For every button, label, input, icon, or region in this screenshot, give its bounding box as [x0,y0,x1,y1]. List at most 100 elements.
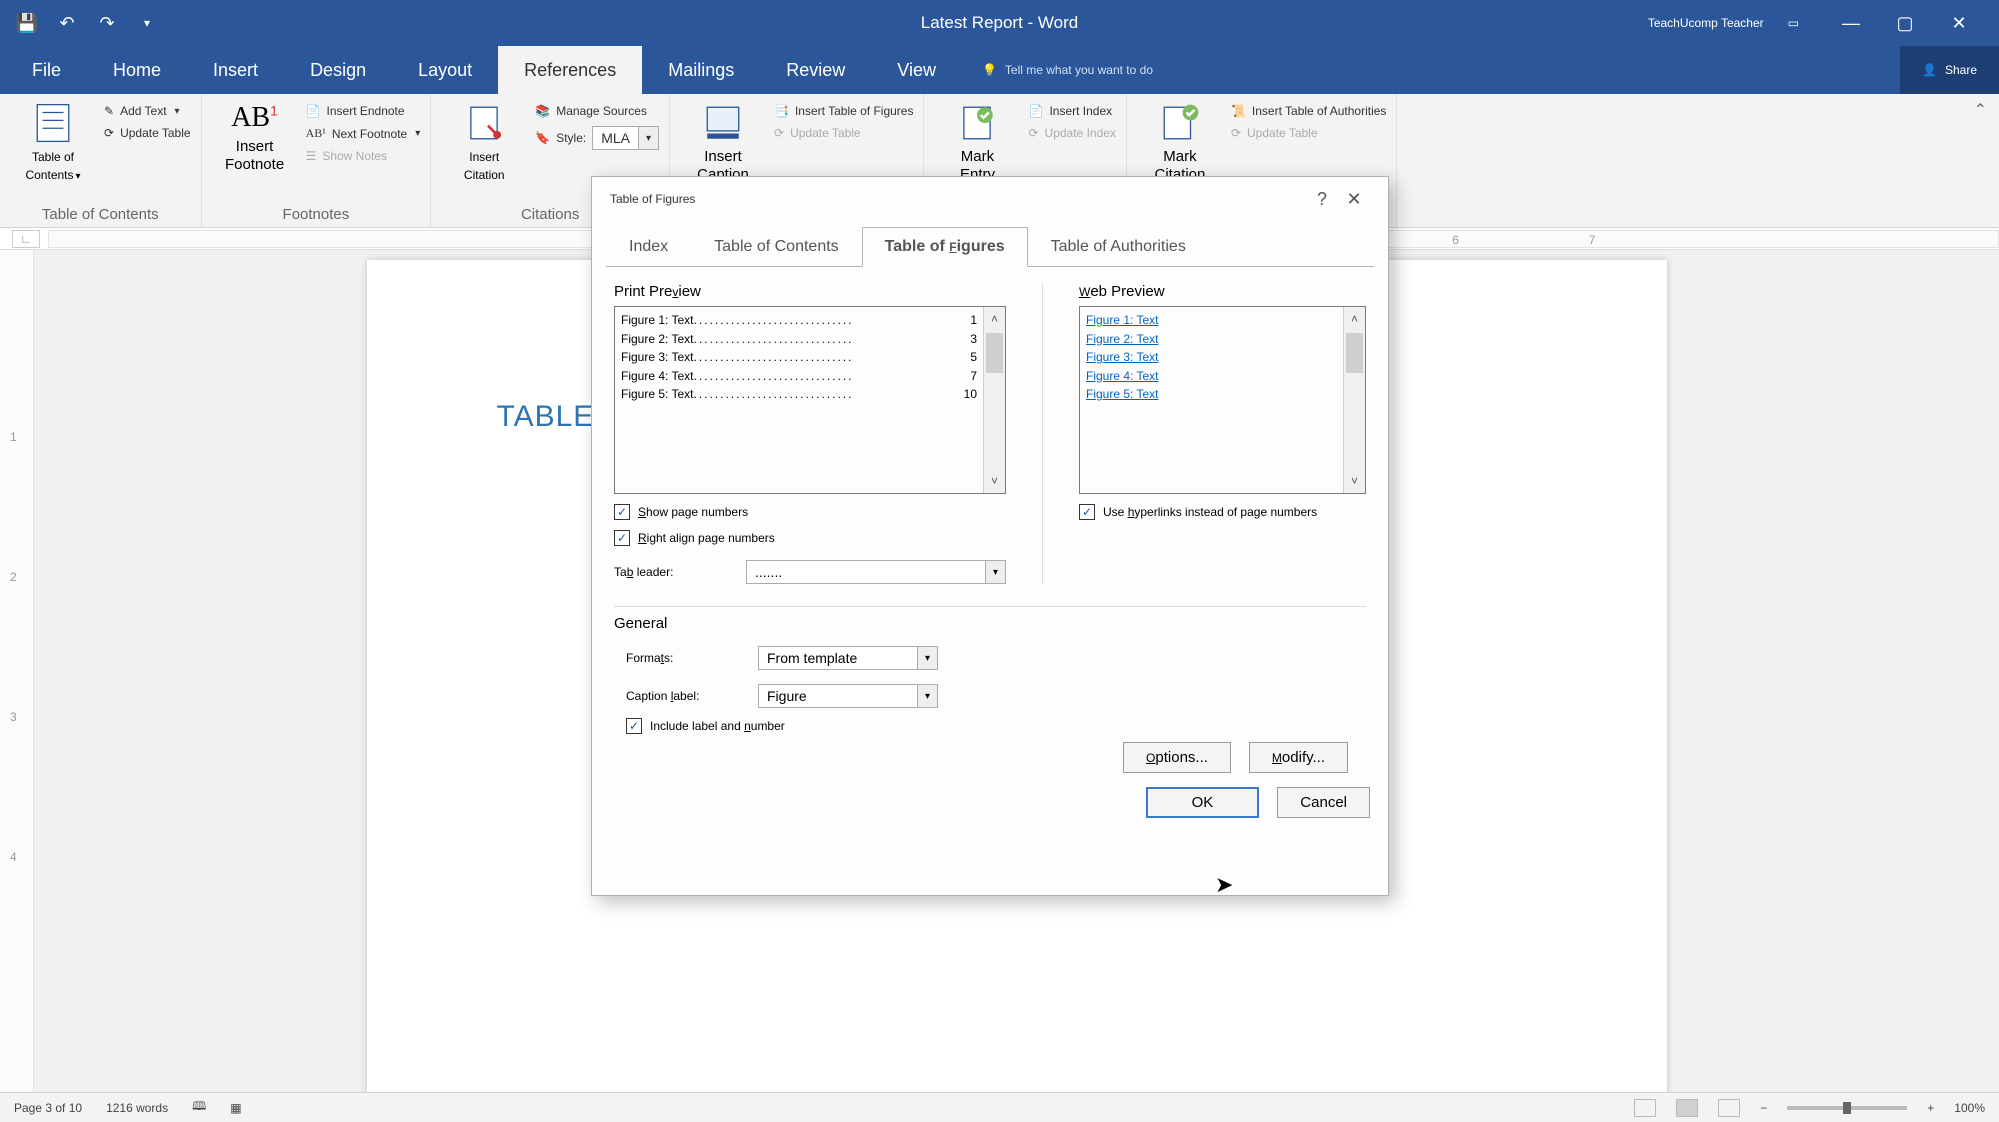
tab-leader-select[interactable]: .......▾ [746,560,1006,584]
chevron-down-icon[interactable]: ▾ [638,127,658,149]
web-preview-box: Figure 1: TextFigure 2: TextFigure 3: Te… [1079,306,1366,494]
tab-mailings[interactable]: Mailings [642,46,760,94]
right-align-checkbox[interactable]: ✓Right align page numbers [614,530,1006,546]
cancel-button[interactable]: Cancel [1277,787,1370,818]
scroll-up-icon[interactable]: ˄ [1344,307,1365,331]
chevron-down-icon[interactable]: ▾ [917,685,937,707]
qat-customize-icon[interactable]: ▾ [136,12,158,34]
print-preview-scrollbar[interactable]: ˄ ˅ [983,307,1005,493]
style-label: Style: [556,131,586,145]
scroll-thumb[interactable] [986,333,1003,373]
ruler-mark: 6 [1452,233,1459,247]
scroll-up-icon[interactable]: ˄ [984,307,1005,331]
dialog-title-bar: Table of Figures ? ✕ [592,177,1388,221]
tell-me-search[interactable]: 💡 Tell me what you want to do [962,46,1153,94]
dialog-tab-toa[interactable]: Table of Authorities [1028,227,1209,267]
web-layout-button[interactable] [1718,1099,1740,1117]
update-tof-icon: ⟳ [774,126,784,140]
tab-layout[interactable]: Layout [392,46,498,94]
tab-file[interactable]: File [6,46,87,94]
ruler-mark: 7 [1589,233,1596,247]
zoom-in-button[interactable]: + [1927,1101,1934,1115]
update-index-button[interactable]: ⟳Update Index [1028,126,1115,140]
redo-icon[interactable]: ↷ [96,12,118,34]
chevron-down-icon[interactable]: ▾ [985,561,1005,583]
scroll-down-icon[interactable]: ˅ [1344,469,1365,493]
insert-footnote-button[interactable]: AB1 Insert Footnote [212,100,298,204]
add-text-button[interactable]: ✎Add Text▾ [104,104,191,118]
tab-review[interactable]: Review [760,46,871,94]
next-footnote-icon: AB¹ [306,126,326,141]
tab-selector[interactable]: ∟ [12,230,40,248]
insert-tof-button[interactable]: 📑Insert Table of Figures [774,104,913,118]
spellcheck-icon[interactable]: 🕮 [192,1097,206,1118]
citation-label: Insert Citation [464,150,505,182]
title-bar: 💾 ↶ ↷ ▾ Latest Report - Word TeachUcomp … [0,0,1999,46]
table-of-contents-button[interactable]: Table of Contents▾ [10,100,96,204]
update-tof-button[interactable]: ⟳Update Table [774,126,913,140]
tab-home[interactable]: Home [87,46,187,94]
manage-sources-button[interactable]: 📚Manage Sources [535,104,659,118]
add-text-label: Add Text [120,104,166,118]
close-button[interactable]: ✕ [1947,13,1971,34]
macro-icon[interactable]: ▦ [230,1101,241,1115]
tab-references[interactable]: References [498,46,642,94]
page-indicator[interactable]: Page 3 of 10 [14,1101,82,1115]
options-button[interactable]: Options... [1123,742,1231,773]
dialog-tab-index[interactable]: Index [606,227,691,267]
insert-citation-button[interactable]: Insert Citation [441,100,527,204]
tab-design[interactable]: Design [284,46,392,94]
zoom-level[interactable]: 100% [1954,1101,1985,1115]
toa-icon: 📜 [1231,104,1246,118]
ok-button[interactable]: OK [1146,787,1260,818]
style-selector[interactable]: 🔖 Style: MLA▾ [535,126,659,150]
include-label-checkbox[interactable]: ✓Include label and number [626,718,1366,734]
insert-endnote-button[interactable]: 📄Insert Endnote [306,104,421,118]
update-toa-label: Update Table [1247,126,1318,140]
checkbox-checked-icon: ✓ [614,530,630,546]
zoom-slider[interactable] [1787,1106,1907,1110]
next-footnote-label: Next Footnote [332,127,407,141]
web-preview-scrollbar[interactable]: ˄ ˅ [1343,307,1365,493]
save-icon[interactable]: 💾 [16,12,38,34]
collapse-ribbon-icon[interactable]: ⌃ [1974,100,1987,120]
modify-button[interactable]: Modify... [1249,742,1348,773]
update-index-icon: ⟳ [1028,126,1038,140]
share-button[interactable]: 👤 Share [1900,46,1999,94]
dialog-close-button[interactable]: ✕ [1338,189,1370,210]
style-icon: 🔖 [535,131,550,145]
insert-index-button[interactable]: 📄Insert Index [1028,104,1115,118]
read-mode-button[interactable] [1634,1099,1656,1117]
dialog-tab-tof[interactable]: Table of Figures [862,227,1028,267]
tab-insert[interactable]: Insert [187,46,284,94]
formats-select[interactable]: From template▾ [758,646,938,670]
caption-label-select[interactable]: Figure▾ [758,684,938,708]
maximize-button[interactable]: ▢ [1893,13,1917,34]
use-hyperlinks-checkbox[interactable]: ✓Use hyperlinks instead of page numbers [1079,504,1366,520]
update-toa-button[interactable]: ⟳Update Table [1231,126,1386,140]
show-page-numbers-checkbox[interactable]: ✓Show page numbers [614,504,1006,520]
ribbon-display-icon[interactable]: ▭ [1788,16,1799,30]
insert-toa-button[interactable]: 📜Insert Table of Authorities [1231,104,1386,118]
dialog-title: Table of Figures [610,192,695,206]
manage-sources-label: Manage Sources [556,104,647,118]
minimize-button[interactable]: — [1839,13,1863,34]
scroll-thumb[interactable] [1346,333,1363,373]
show-notes-button[interactable]: ☰Show Notes [306,149,421,163]
word-count[interactable]: 1216 words [106,1101,168,1115]
chevron-down-icon[interactable]: ▾ [917,647,937,669]
print-layout-button[interactable] [1676,1099,1698,1117]
tell-me-label: Tell me what you want to do [1005,63,1153,77]
update-toc-button[interactable]: ⟳Update Table [104,126,191,140]
print-preview-content: Figure 1: Text..........................… [615,307,983,493]
tab-view[interactable]: View [871,46,962,94]
formats-label: Formats: [626,651,746,665]
dialog-help-button[interactable]: ? [1306,189,1338,210]
endnote-label: Insert Endnote [327,104,405,118]
undo-icon[interactable]: ↶ [56,12,78,34]
user-name[interactable]: TeachUcomp Teacher [1648,16,1764,30]
zoom-out-button[interactable]: − [1760,1101,1767,1115]
dialog-tab-toc[interactable]: Table of Contents [691,227,862,267]
next-footnote-button[interactable]: AB¹Next Footnote▾ [306,126,421,141]
scroll-down-icon[interactable]: ˅ [984,469,1005,493]
